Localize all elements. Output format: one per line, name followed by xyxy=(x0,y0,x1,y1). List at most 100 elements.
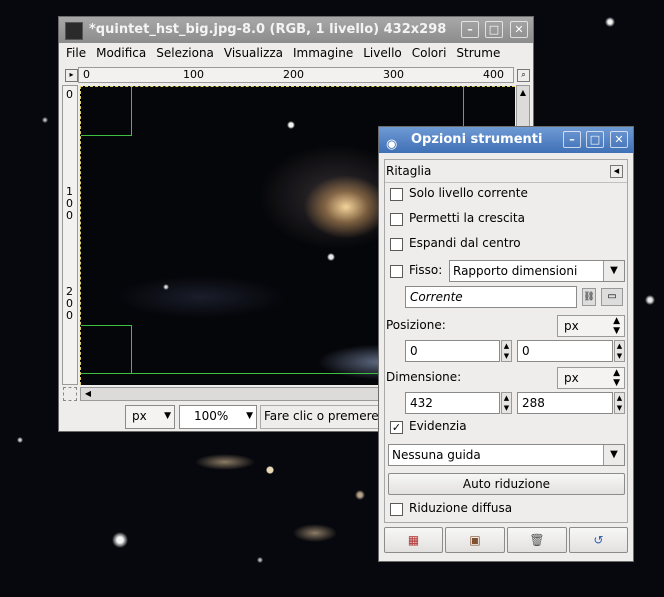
position-unit-select[interactable]: px ▲ ▼ xyxy=(557,315,625,337)
position-x-input[interactable]: 0 xyxy=(405,340,500,362)
zoom-navigate-icon[interactable]: ⌕ xyxy=(517,69,530,82)
delete-options-icon[interactable]: 🗑 xyxy=(507,527,567,553)
menu-file[interactable]: File xyxy=(61,43,91,63)
chevron-down-icon: ▼ xyxy=(164,411,171,421)
zoom-value: 100% xyxy=(194,409,229,423)
ruler-h-label: 0 xyxy=(83,68,90,81)
menu-strumenti[interactable]: Strume xyxy=(451,43,505,63)
width-spinner[interactable]: ▲ ▼ xyxy=(501,392,512,414)
menu-immagine[interactable]: Immagine xyxy=(288,43,358,63)
fixed-label: Fisso: xyxy=(409,263,443,277)
width-input[interactable]: 432 xyxy=(405,392,500,414)
reset-options-icon[interactable]: ↺ xyxy=(569,527,628,553)
expand-from-center-label: Espandi dal centro xyxy=(409,236,521,250)
chevron-down-icon: ▼ xyxy=(246,411,253,421)
highlight-label: Evidenzia xyxy=(409,419,467,433)
current-layer-only-checkbox[interactable] xyxy=(390,188,403,201)
image-window-title: *quintet_hst_big.jpg-8.0 (RGB, 1 livello… xyxy=(89,22,447,37)
restore-options-icon[interactable]: ▣ xyxy=(445,527,505,553)
chevron-updown-icon: ▲ ▼ xyxy=(613,368,620,388)
fixed-mode-value: Rapporto dimensioni xyxy=(453,264,578,278)
guides-value: Nessuna guida xyxy=(392,448,481,462)
close-icon[interactable]: ✕ xyxy=(510,21,528,38)
ruler-h-label: 100 xyxy=(183,68,204,81)
aspect-value-field[interactable]: Corrente xyxy=(405,286,577,308)
quick-mask-toggle[interactable] xyxy=(63,387,77,401)
ruler-h-label: 300 xyxy=(383,68,404,81)
menubar: File Modifica Seleziona Visualizza Immagine L… xyxy=(61,43,531,63)
position-y-value: 0 xyxy=(522,344,530,358)
fixed-mode-select[interactable]: Rapporto dimensioni ▼ xyxy=(449,260,625,282)
menu-seleziona[interactable]: Seleziona xyxy=(151,43,219,63)
panel-menu-icon[interactable]: ◀ xyxy=(610,165,623,178)
size-label: Dimensione: xyxy=(386,370,462,384)
aspect-orientation-icon[interactable]: ▭ xyxy=(601,288,623,306)
unit-selector[interactable]: px ▼ xyxy=(125,405,175,429)
menu-livello[interactable]: Livello xyxy=(358,43,407,63)
ruler-v-label: 2 0 0 xyxy=(66,285,73,322)
allow-growing-label: Permetti la crescita xyxy=(409,211,525,225)
height-input[interactable]: 288 xyxy=(517,392,613,414)
save-options-icon[interactable]: ▦ xyxy=(384,527,443,553)
minimize-icon[interactable]: – xyxy=(563,131,581,148)
ruler-v-label: 0 xyxy=(66,88,73,101)
menu-modifica[interactable]: Modifica xyxy=(91,43,151,63)
crop-handle-top-right[interactable] xyxy=(463,87,514,127)
size-unit: px xyxy=(564,371,579,385)
highlight-checkbox[interactable]: ✓ xyxy=(390,421,403,434)
auto-shrink-button[interactable]: Auto riduzione xyxy=(388,473,625,495)
status-text: Fare clic o premere xyxy=(264,409,379,423)
auto-shrink-label: Auto riduzione xyxy=(462,477,551,491)
gimp-icon: ◉ xyxy=(386,137,398,152)
horizontal-ruler[interactable]: 0 100 200 300 400 xyxy=(78,67,514,83)
position-x-spinner[interactable]: ▲ ▼ xyxy=(501,340,512,362)
chevron-updown-icon: ▲ ▼ xyxy=(613,316,620,336)
ruler-v-label: 1 0 0 xyxy=(66,185,73,222)
menu-colori[interactable]: Colori xyxy=(407,43,452,63)
scroll-left-arrow[interactable]: ◀ xyxy=(81,388,95,400)
tool-name: Ritaglia xyxy=(386,164,432,178)
menu-arrow-button[interactable]: ▸ xyxy=(65,69,78,82)
image-window-titlebar[interactable]: *quintet_hst_big.jpg-8.0 (RGB, 1 livello… xyxy=(59,17,533,43)
aspect-value: Corrente xyxy=(410,290,463,304)
crop-handle-bottom-left[interactable] xyxy=(81,325,132,374)
allow-growing-checkbox[interactable] xyxy=(390,213,403,226)
width-value: 432 xyxy=(410,396,433,410)
maximize-icon[interactable]: □ xyxy=(485,21,503,38)
fixed-checkbox[interactable] xyxy=(390,265,403,278)
scroll-up-arrow[interactable]: ▲ xyxy=(517,86,529,100)
position-label: Posizione: xyxy=(386,318,446,332)
position-unit: px xyxy=(564,319,579,333)
current-layer-only-label: Solo livello corrente xyxy=(409,186,528,200)
menu-visualizza[interactable]: Visualizza xyxy=(219,43,288,63)
height-value: 288 xyxy=(522,396,545,410)
tool-options-title: Opzioni strumenti xyxy=(411,132,543,147)
position-y-spinner[interactable]: ▲ ▼ xyxy=(614,340,625,362)
guides-select[interactable]: Nessuna guida ▼ xyxy=(388,444,625,466)
unit-value: px xyxy=(132,409,147,423)
shrink-merged-label: Riduzione diffusa xyxy=(409,501,513,515)
close-icon[interactable]: ✕ xyxy=(610,131,628,148)
ruler-h-label: 200 xyxy=(283,68,304,81)
shrink-merged-checkbox[interactable] xyxy=(390,503,403,516)
tool-options-titlebar[interactable]: ◉ Opzioni strumenti – □ ✕ xyxy=(379,127,633,153)
chevron-down-icon: ▼ xyxy=(603,261,624,281)
crop-handle-top-left[interactable] xyxy=(81,87,132,136)
chevron-down-icon: ▼ xyxy=(603,445,624,465)
position-x-value: 0 xyxy=(410,344,418,358)
height-spinner[interactable]: ▲ ▼ xyxy=(614,392,625,414)
size-unit-select[interactable]: px ▲ ▼ xyxy=(557,367,625,389)
position-y-input[interactable]: 0 xyxy=(517,340,613,362)
bottom-toolbar: ▦ ▣ 🗑 ↺ xyxy=(384,527,628,553)
divider xyxy=(385,182,627,183)
options-panel: Ritaglia ◀ Solo livello corrente Permett… xyxy=(384,159,628,523)
app-icon xyxy=(65,22,83,40)
tool-options-window: ◉ Opzioni strumenti – □ ✕ Ritaglia ◀ Sol… xyxy=(378,126,634,562)
vertical-ruler[interactable]: 0 1 0 0 2 0 0 xyxy=(62,85,78,385)
expand-from-center-checkbox[interactable] xyxy=(390,238,403,251)
minimize-icon[interactable]: – xyxy=(461,21,479,38)
aspect-chain-icon[interactable]: ⛓ xyxy=(582,288,596,306)
ruler-h-label: 400 xyxy=(483,68,504,81)
zoom-selector[interactable]: 100% ▼ xyxy=(179,405,257,429)
maximize-icon[interactable]: □ xyxy=(586,131,604,148)
